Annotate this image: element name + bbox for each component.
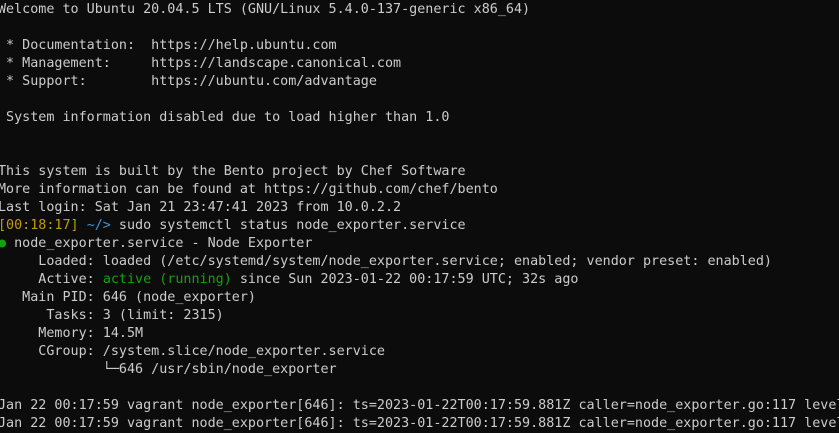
cgroup-line: CGroup: /system.slice/node_exporter.serv… [0, 344, 385, 359]
bento-line: This system is built by the Bento projec… [0, 164, 466, 179]
cgroup-child-line: └─646 /usr/sbin/node_exporter [0, 362, 337, 377]
terminal-window[interactable]: Welcome to Ubuntu 20.04.5 LTS (GNU/Linux… [0, 0, 839, 433]
active-since: since Sun 2023-01-22 00:17:59 UTC; 32s a… [231, 272, 579, 287]
system-info-line: System information disabled due to load … [0, 110, 450, 125]
terminal-output: Welcome to Ubuntu 20.04.5 LTS (GNU/Linux… [0, 1, 839, 433]
support-line: * Support: https://ubuntu.com/advantage [0, 74, 377, 89]
memory-line: Memory: 14.5M [0, 326, 144, 341]
documentation-line: * Documentation: https://help.ubuntu.com [0, 38, 337, 53]
active-state: active (running) [102, 272, 232, 287]
prompt-time: [00:18:17] [0, 218, 79, 233]
active-line: Active: active (running) since Sun 2023-… [0, 271, 839, 289]
loaded-line: Loaded: loaded (/etc/systemd/system/node… [0, 254, 772, 269]
last-login-line: Last login: Sat Jan 21 23:47:41 2023 fro… [0, 200, 402, 215]
bento-info-line: More information can be found at https:/… [0, 182, 498, 197]
prompt-line: [00:18:17] ~/> sudo systemctl status nod… [0, 217, 839, 235]
service-title-line: ● node_exporter.service - Node Exporter [0, 235, 839, 253]
log-line: Jan 22 00:17:59 vagrant node_exporter[64… [0, 398, 839, 413]
prompt-command: sudo systemctl status node_exporter.serv… [110, 218, 466, 233]
log-line: Jan 22 00:17:59 vagrant node_exporter[64… [0, 416, 839, 431]
welcome-line: Welcome to Ubuntu 20.04.5 LTS (GNU/Linux… [0, 2, 531, 17]
service-title: node_exporter.service - Node Exporter [6, 236, 313, 251]
prompt-path: ~/> [86, 218, 111, 233]
tasks-line: Tasks: 3 (limit: 2315) [0, 308, 224, 323]
management-line: * Management: https://landscape.canonica… [0, 56, 402, 71]
active-label: Active: [0, 272, 103, 287]
main-pid-line: Main PID: 646 (node_exporter) [0, 290, 256, 305]
